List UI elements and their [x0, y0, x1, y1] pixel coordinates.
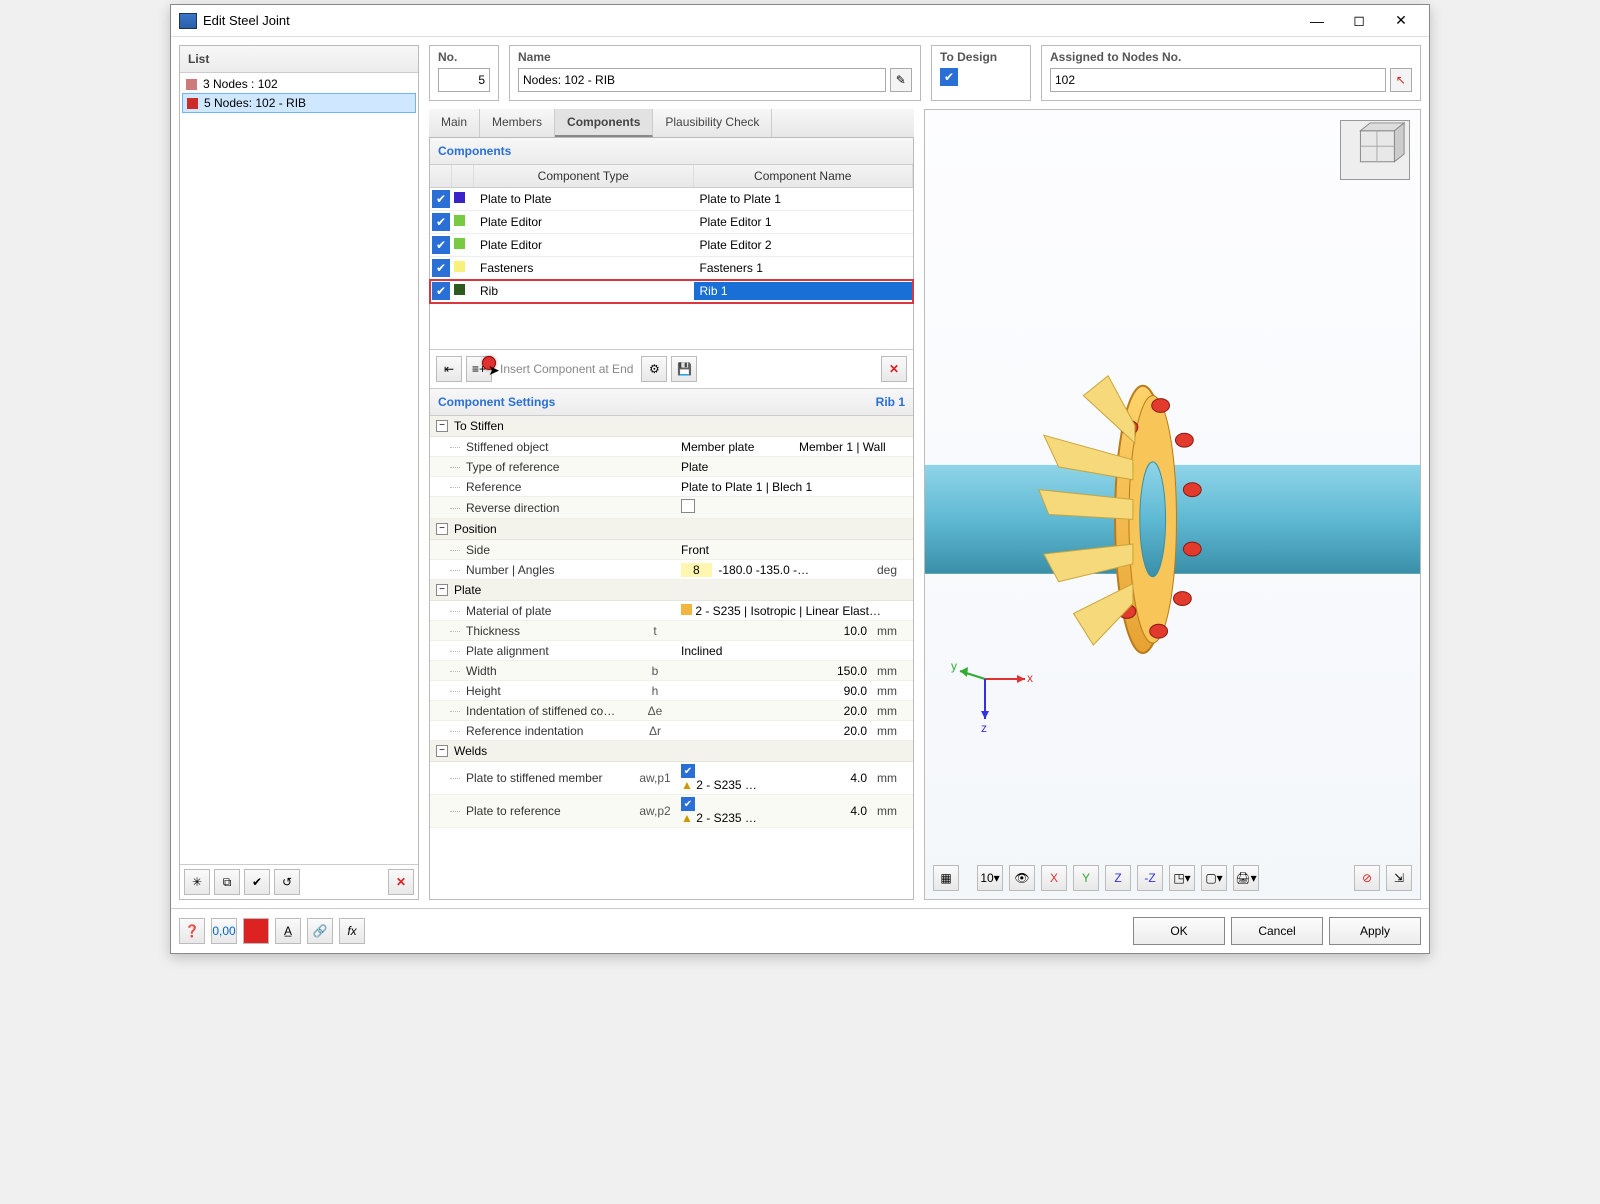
delete-component-button[interactable]: ✕ [881, 356, 907, 382]
vp-zoom-button[interactable]: 10▾ [977, 865, 1003, 891]
no-input[interactable] [438, 68, 490, 92]
minimize-button[interactable]: — [1297, 7, 1337, 35]
number-angles-input[interactable]: 8 [681, 563, 712, 577]
font-button[interactable]: A̲ [275, 918, 301, 944]
pick-nodes-button[interactable]: ↖ [1390, 68, 1412, 92]
tabs: Main Members Components Plausibility Che… [429, 109, 914, 138]
cancel-button[interactable]: Cancel [1231, 917, 1323, 945]
model-render [925, 170, 1420, 839]
tab-members[interactable]: Members [480, 109, 555, 137]
component-row[interactable]: ✔ Fasteners Fasteners 1 [430, 257, 913, 280]
delete-joint-button[interactable]: ✕ [388, 869, 414, 895]
edit-name-button[interactable]: ✎ [890, 68, 912, 92]
axis-indicator: x y z [955, 649, 1035, 729]
app-icon [179, 13, 197, 29]
weld-checkbox[interactable]: ✔ [681, 797, 695, 811]
tab-plausibility[interactable]: Plausibility Check [653, 109, 772, 137]
library-button[interactable]: ⚙ [641, 356, 667, 382]
3d-viewport[interactable]: x y z ▦ 10▾ 👁 X Y Z -Z ◳▾ ▢▾ [924, 109, 1421, 900]
component-row[interactable]: ✔ Plate Editor Plate Editor 1 [430, 211, 913, 234]
row-checkbox[interactable]: ✔ [432, 282, 450, 300]
tab-main[interactable]: Main [429, 109, 480, 137]
group-header-welds[interactable]: −Welds [430, 741, 913, 762]
reverse-direction-checkbox[interactable] [681, 499, 695, 513]
component-row[interactable]: ✔ Plate to Plate Plate to Plate 1 [430, 188, 913, 211]
new-joint-button[interactable]: ✳ [184, 869, 210, 895]
link-button[interactable]: 🔗 [307, 918, 333, 944]
group-header-position[interactable]: −Position [430, 519, 913, 540]
vp-box-button[interactable]: ▢▾ [1201, 865, 1227, 891]
field-no: No. [429, 45, 499, 101]
color-swatch [454, 284, 465, 295]
color-swatch [187, 98, 198, 109]
titlebar: Edit Steel Joint — ◻ ✕ [171, 5, 1429, 37]
color-swatch [454, 238, 465, 249]
component-row[interactable]: ✔ Rib Rib 1 [430, 280, 913, 303]
weld-checkbox[interactable]: ✔ [681, 764, 695, 778]
component-row[interactable]: ✔ Plate Editor Plate Editor 2 [430, 234, 913, 257]
joint-list[interactable]: 3 Nodes : 102 5 Nodes: 102 - RIB [180, 73, 418, 864]
help-button[interactable]: ❓ [179, 918, 205, 944]
row-checkbox[interactable]: ✔ [432, 213, 450, 231]
to-design-checkbox[interactable]: ✔ [940, 68, 958, 86]
window-title: Edit Steel Joint [203, 13, 1297, 28]
list-item-label: 5 Nodes: 102 - RIB [204, 96, 306, 110]
list-pane: List 3 Nodes : 102 5 Nodes: 102 - RIB ✳ … [179, 45, 419, 900]
field-name: Name ✎ [509, 45, 921, 101]
group-header-stiffen[interactable]: −To Stiffen [430, 416, 913, 437]
vp-eye-button[interactable]: 👁 [1009, 865, 1035, 891]
insert-placeholder: Insert Component at End [496, 362, 637, 376]
row-checkbox[interactable]: ✔ [432, 259, 450, 277]
name-input[interactable] [518, 68, 886, 92]
apply-button[interactable]: Apply [1329, 917, 1421, 945]
color-button[interactable] [243, 918, 269, 944]
copy-joint-button[interactable]: ⧉ [214, 869, 240, 895]
vp-iso-button[interactable]: ◳▾ [1169, 865, 1195, 891]
close-button[interactable]: ✕ [1381, 7, 1421, 35]
vp-print-button[interactable]: 🖨▾ [1233, 865, 1259, 891]
components-table: Component Type Component Name ✔ Plate to… [430, 165, 913, 349]
field-assigned-nodes: Assigned to Nodes No. ↖ [1041, 45, 1421, 101]
group-header-plate[interactable]: −Plate [430, 580, 913, 601]
color-swatch [454, 215, 465, 226]
vp-axis-z-button[interactable]: Z [1105, 865, 1131, 891]
vp-axis-y-button[interactable]: Y [1073, 865, 1099, 891]
vp-axis-neg-z-button[interactable]: -Z [1137, 865, 1163, 891]
footer: ❓ 0,00 A̲ 🔗 fx OK Cancel Apply [171, 908, 1429, 953]
field-to-design: To Design ✔ [931, 45, 1031, 101]
vp-axis-x-button[interactable]: X [1041, 865, 1067, 891]
color-swatch [454, 192, 465, 203]
color-swatch [454, 261, 465, 272]
save-component-button[interactable]: 💾 [671, 356, 697, 382]
list-title: List [180, 46, 418, 73]
vp-tool-1[interactable]: ▦ [933, 865, 959, 891]
col-name: Component Name [694, 165, 914, 187]
viewport-toolbar: ▦ 10▾ 👁 X Y Z -Z ◳▾ ▢▾ 🖨▾ ⊘ ⇲ [933, 865, 1412, 891]
nodes-input[interactable] [1050, 68, 1386, 92]
row-checkbox[interactable]: ✔ [432, 236, 450, 254]
fx-button[interactable]: fx [339, 918, 365, 944]
move-first-button[interactable]: ⇤ [436, 356, 462, 382]
settings-current: Rib 1 [876, 395, 905, 409]
list-item[interactable]: 3 Nodes : 102 [182, 75, 416, 93]
list-item-label: 3 Nodes : 102 [203, 77, 278, 91]
vp-clear-button[interactable]: ⊘ [1354, 865, 1380, 891]
components-title: Components [430, 138, 913, 165]
check-in-button[interactable]: ✔ [244, 869, 270, 895]
ok-button[interactable]: OK [1133, 917, 1225, 945]
list-item[interactable]: 5 Nodes: 102 - RIB [182, 93, 416, 113]
settings-title: Component Settings [438, 395, 555, 409]
material-swatch [681, 604, 692, 615]
color-swatch [186, 79, 197, 90]
check-out-button[interactable]: ↺ [274, 869, 300, 895]
row-checkbox[interactable]: ✔ [432, 190, 450, 208]
tab-components[interactable]: Components [555, 109, 653, 137]
component-toolbar: ⇤ ≡+ Insert Component at End ⚙ 💾 ✕ ➤ [430, 349, 913, 388]
maximize-button[interactable]: ◻ [1339, 7, 1379, 35]
units-button[interactable]: 0,00 [211, 918, 237, 944]
cursor-arrow-icon: ➤ [488, 362, 500, 379]
col-type: Component Type [474, 165, 694, 187]
settings-tree[interactable]: −To Stiffen Stiffened objectMember plate… [430, 416, 913, 899]
vp-detach-button[interactable]: ⇲ [1386, 865, 1412, 891]
